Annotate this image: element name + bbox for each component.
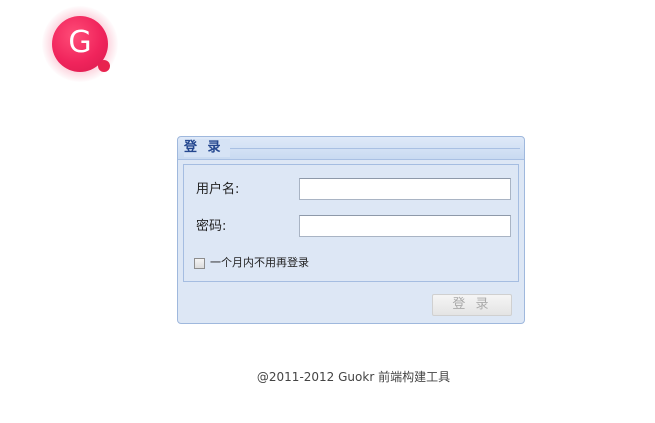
login-title: 登 录 — [184, 139, 230, 157]
login-panel-header: 登 录 — [178, 137, 524, 160]
footer-copyright: @2011-2012 Guokr 前端构建工具 — [256, 370, 451, 384]
guokr-logo: G — [42, 6, 118, 82]
login-panel: 登 录 用户名: 密码: 一个月内不用再登录 登 录 — [177, 136, 525, 324]
guokr-logo-icon: G — [68, 25, 92, 60]
login-fieldset: 用户名: 密码: 一个月内不用再登录 — [183, 164, 519, 282]
remember-me-label[interactable]: 一个月内不用再登录 — [210, 256, 309, 270]
remember-me-checkbox[interactable] — [194, 257, 205, 269]
username-label: 用户名: — [196, 182, 240, 197]
header-divider — [218, 148, 520, 149]
username-input[interactable] — [299, 178, 511, 200]
login-button[interactable]: 登 录 — [432, 294, 512, 316]
remember-me-option[interactable]: 一个月内不用再登录 — [194, 255, 309, 271]
password-label: 密码: — [196, 219, 227, 234]
footer: @2011-2012 Guokr 前端构建工具 — [0, 369, 655, 385]
login-page: G 登 录 用户名: 密码: 一个月内不用再登录 登 录 @2011-2012 … — [0, 0, 655, 423]
password-input[interactable] — [299, 215, 511, 237]
